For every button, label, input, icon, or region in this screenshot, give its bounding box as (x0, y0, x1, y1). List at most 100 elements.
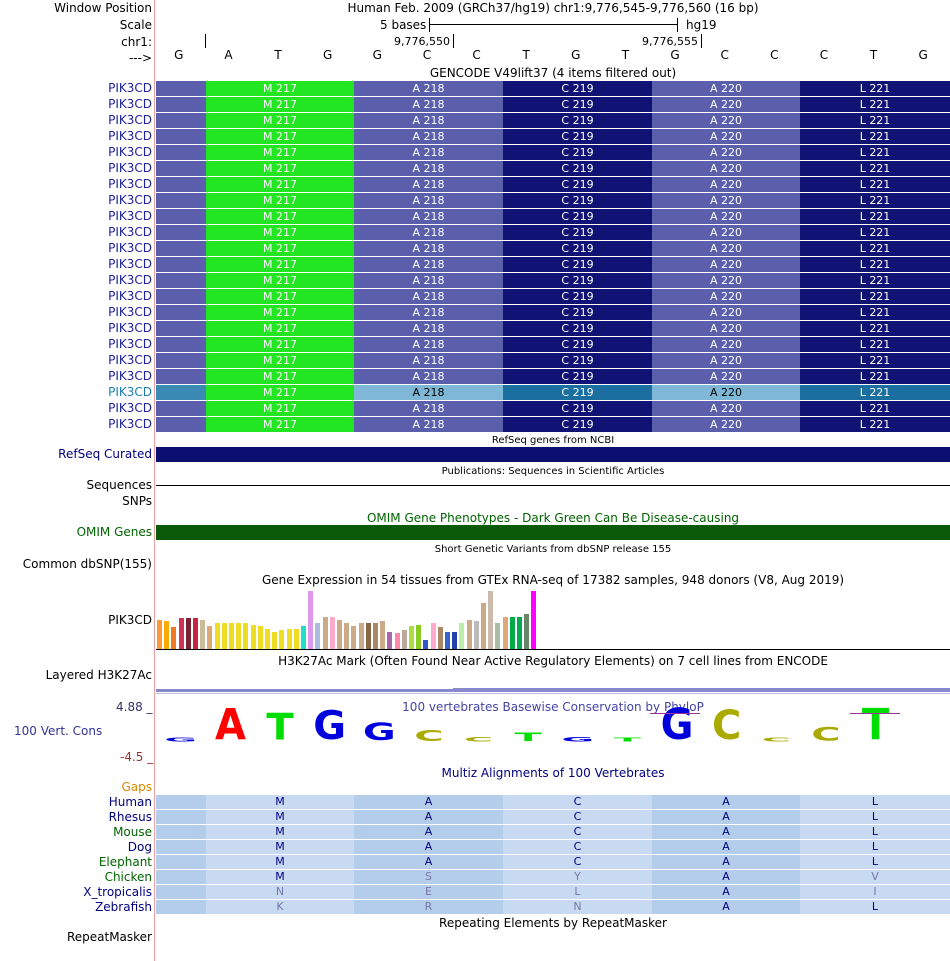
gencode-gene-label[interactable]: PIK3CD (108, 81, 152, 95)
gencode-gene-label[interactable]: PIK3CD (108, 177, 152, 191)
gencode-gene-label[interactable]: PIK3CD (108, 193, 152, 207)
gencode-gene-label[interactable]: PIK3CD (108, 369, 152, 383)
gtex-tissue-bar[interactable] (337, 620, 342, 649)
multiz-species-row[interactable]: MSYAV (156, 870, 950, 884)
gencode-transcript-row[interactable]: M 217 A 218 C 219 A 220 L 221 (156, 241, 950, 256)
gtex-label[interactable]: PIK3CD (108, 613, 152, 627)
gtex-tissue-bar[interactable] (207, 626, 213, 649)
dbsnp-track-title[interactable]: Short Genetic Variants from dbSNP releas… (156, 543, 950, 556)
gtex-tissue-bar[interactable] (509, 617, 515, 649)
gencode-gene-label[interactable]: PIK3CD (108, 321, 152, 335)
gencode-gene-label[interactable]: PIK3CD (108, 97, 152, 111)
gencode-gene-label[interactable]: PIK3CD (108, 225, 152, 239)
gtex-tissue-bar[interactable] (236, 623, 242, 649)
omim-track-title[interactable]: OMIM Gene Phenotypes - Dark Green Can Be… (156, 512, 950, 525)
gencode-gene-label[interactable]: PIK3CD (108, 337, 152, 351)
gtex-tissue-bar[interactable] (200, 620, 206, 649)
gtex-tissue-bar[interactable] (229, 623, 234, 649)
gtex-tissue-bar[interactable] (171, 627, 177, 649)
gencode-transcript-row[interactable]: M 217 A 218 C 219 A 220 L 221 (156, 417, 950, 432)
gtex-tissue-bar[interactable] (409, 626, 414, 649)
multiz-species-label[interactable]: Elephant (99, 855, 152, 869)
publications-track-title[interactable]: Publications: Sequences in Scientific Ar… (156, 465, 950, 478)
gtex-tissue-bar[interactable] (437, 627, 443, 649)
gtex-tissue-bar[interactable] (193, 618, 198, 649)
gtex-tissue-bar[interactable] (531, 591, 537, 649)
omim-label[interactable]: OMIM Genes (77, 525, 152, 539)
gencode-track-title[interactable]: GENCODE V49lift37 (4 items filtered out) (156, 67, 950, 80)
gencode-gene-label[interactable]: PIK3CD (108, 401, 152, 415)
gtex-tissue-bar[interactable] (308, 591, 314, 649)
gtex-tissue-bar[interactable] (315, 623, 321, 649)
multiz-track-title[interactable]: Multiz Alignments of 100 Vertebrates (156, 767, 950, 780)
gtex-tissue-bar[interactable] (517, 617, 522, 649)
gtex-tissue-bar[interactable] (387, 632, 393, 649)
gencode-gene-label[interactable]: PIK3CD (108, 353, 152, 367)
gtex-tissue-bar[interactable] (394, 633, 400, 649)
gtex-tissue-bar[interactable] (452, 632, 458, 649)
gtex-tissue-bar[interactable] (351, 626, 357, 649)
gtex-tissue-bar[interactable] (495, 623, 501, 649)
gaps-label[interactable]: Gaps (121, 780, 152, 794)
gtex-tissue-bar[interactable] (466, 620, 472, 649)
gtex-tissue-bar[interactable] (473, 621, 479, 649)
refseq-track-title[interactable]: RefSeq genes from NCBI (156, 434, 950, 447)
multiz-species-label[interactable]: Dog (128, 840, 152, 854)
gencode-transcript-row[interactable]: M 217 A 218 C 219 A 220 L 221 (156, 193, 950, 208)
gtex-tissue-bar[interactable] (365, 623, 371, 649)
h3k27ac-track-title[interactable]: H3K27Ac Mark (Often Found Near Active Re… (156, 655, 950, 668)
gtex-tissue-bar[interactable] (401, 630, 407, 649)
gencode-transcript-row[interactable]: M 217 A 218 C 219 A 220 L 221 (156, 353, 950, 368)
multiz-species-label[interactable]: Human (109, 795, 152, 809)
conservation-label[interactable]: 100 Vert. Cons (14, 724, 102, 738)
gtex-tissue-bar[interactable] (416, 625, 422, 649)
gtex-tissue-bar[interactable] (322, 617, 328, 649)
gtex-tissue-bar[interactable] (502, 617, 508, 649)
dbsnp-label[interactable]: Common dbSNP(155) (23, 557, 152, 571)
repeatmasker-track-title[interactable]: Repeating Elements by RepeatMasker (156, 917, 950, 930)
gtex-tissue-bar[interactable] (221, 623, 227, 649)
gencode-transcript-row[interactable]: M 217 A 218 C 219 A 220 L 221 (156, 225, 950, 240)
gtex-tissue-bar[interactable] (488, 591, 494, 649)
gtex-track-title[interactable]: Gene Expression in 54 tissues from GTEx … (156, 574, 950, 587)
gtex-tissue-bar[interactable] (481, 603, 486, 649)
multiz-species-label[interactable]: X_tropicalis (83, 885, 152, 899)
gtex-tissue-bar[interactable] (293, 629, 299, 649)
multiz-species-row[interactable]: MACAL (156, 825, 950, 839)
gencode-transcript-row[interactable]: M 217 A 218 C 219 A 220 L 221 (156, 289, 950, 304)
gencode-gene-label[interactable]: PIK3CD (108, 209, 152, 223)
gencode-gene-label[interactable]: PIK3CD (108, 305, 152, 319)
sequences-label[interactable]: Sequences (87, 478, 152, 492)
multiz-species-row[interactable]: MACAL (156, 810, 950, 824)
gtex-tissue-bar[interactable] (265, 629, 270, 649)
conservation-logo[interactable]: GATGGCCTGTGCCCT (156, 704, 950, 750)
multiz-species-label[interactable]: Chicken (105, 870, 152, 884)
gencode-transcript-row[interactable]: M 217 A 218 C 219 A 220 L 221 (156, 305, 950, 320)
gtex-tissue-bar[interactable] (430, 623, 436, 649)
gencode-transcript-row[interactable]: M 217 A 218 C 219 A 220 L 221 (156, 177, 950, 192)
gtex-tissue-bar[interactable] (279, 630, 285, 649)
gencode-transcript-row[interactable]: M 217 A 218 C 219 A 220 L 221 (156, 145, 950, 160)
multiz-species-row[interactable]: MACAL (156, 840, 950, 854)
gtex-tissue-bar[interactable] (344, 623, 350, 649)
gtex-tissue-bar[interactable] (178, 618, 184, 649)
gencode-transcript-row[interactable]: M 217 A 218 C 219 A 220 L 221 (156, 337, 950, 352)
gencode-gene-label[interactable]: PIK3CD (108, 113, 152, 127)
gtex-tissue-bar[interactable] (329, 617, 335, 649)
gencode-transcript-row[interactable]: M 217 A 218 C 219 A 220 L 221 (156, 273, 950, 288)
gtex-tissue-bar[interactable] (301, 626, 306, 649)
gtex-tissue-bar[interactable] (164, 621, 170, 649)
gencode-transcript-row[interactable]: M 217 A 218 C 219 A 220 L 221 (156, 113, 950, 128)
gtex-tissue-bar[interactable] (373, 623, 378, 649)
gencode-gene-label[interactable]: PIK3CD (108, 417, 152, 431)
multiz-species-row[interactable]: NELAI (156, 885, 950, 899)
gtex-tissue-bar[interactable] (358, 623, 364, 649)
multiz-species-row[interactable]: MACAL (156, 855, 950, 869)
multiz-species-label[interactable]: Zebrafish (95, 900, 152, 914)
gtex-tissue-bar[interactable] (423, 640, 429, 649)
gencode-transcript-row[interactable]: M 217 A 218 C 219 A 220 L 221 (156, 321, 950, 336)
h3k27ac-label[interactable]: Layered H3K27Ac (46, 668, 152, 682)
multiz-species-row[interactable]: MACAL (156, 795, 950, 809)
multiz-species-label[interactable]: Rhesus (109, 810, 152, 824)
gtex-tissue-bar[interactable] (257, 626, 263, 649)
